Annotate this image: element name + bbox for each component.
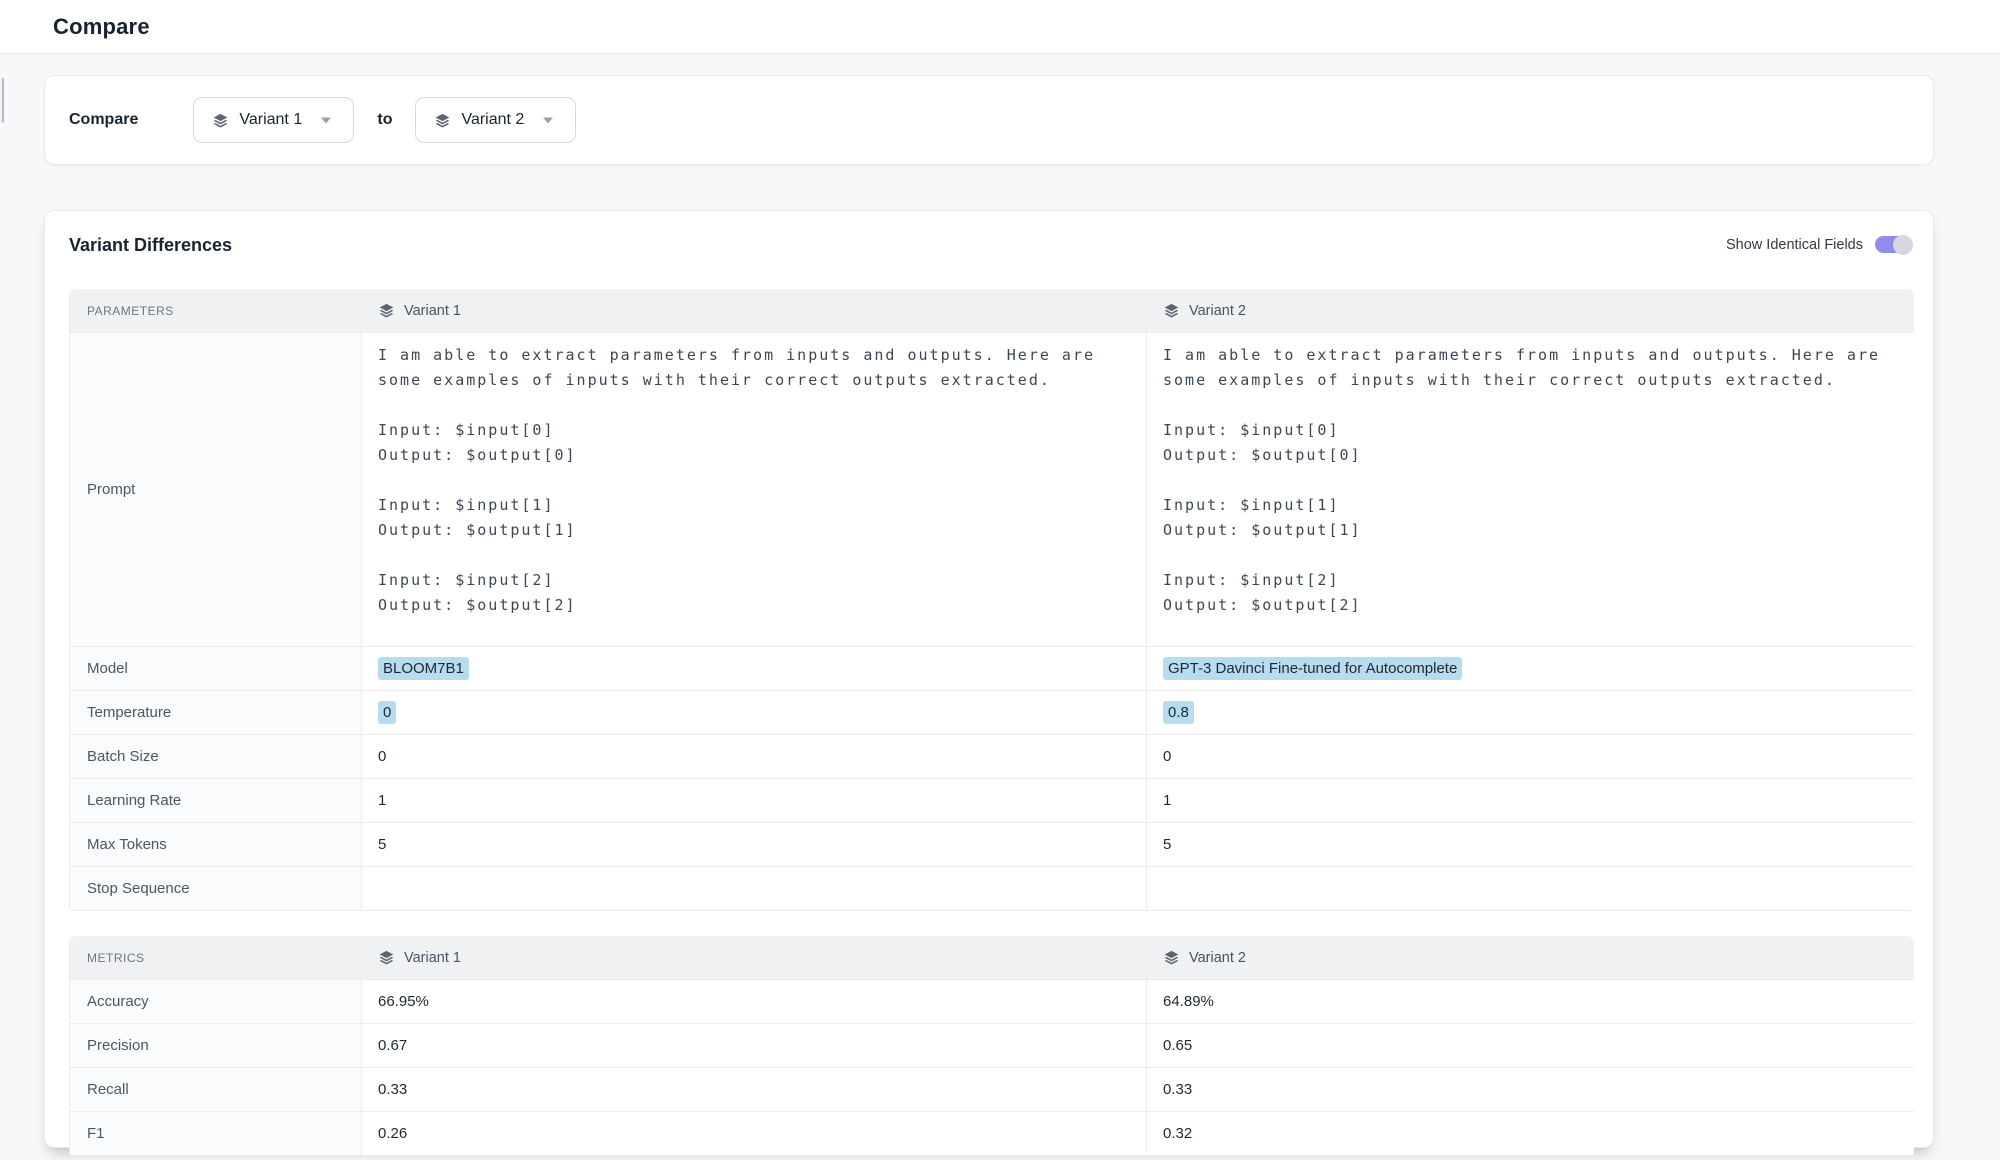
variant-2-column-header: Variant 2 bbox=[1189, 950, 1246, 966]
table-row-prompt: Prompt I am able to extract parameters f… bbox=[70, 333, 1914, 647]
model-value-variant-2: GPT-3 Davinci Fine-tuned for Autocomplet… bbox=[1163, 657, 1462, 680]
section-label: METRICS bbox=[87, 951, 145, 965]
batch-size-value-variant-2: 0 bbox=[1163, 748, 1171, 765]
accuracy-value-variant-1: 66.95% bbox=[378, 993, 429, 1010]
precision-value-variant-2: 0.65 bbox=[1163, 1037, 1192, 1054]
accuracy-value-variant-2: 64.89% bbox=[1163, 993, 1214, 1010]
temperature-value-variant-1: 0 bbox=[378, 701, 396, 724]
row-label: Stop Sequence bbox=[70, 867, 362, 910]
page-title: Compare bbox=[53, 14, 150, 40]
layers-icon bbox=[212, 112, 229, 129]
table-row-temperature: Temperature 0 0.8 bbox=[70, 691, 1914, 735]
compare-label: Compare bbox=[69, 111, 138, 129]
row-label: Model bbox=[70, 647, 362, 690]
top-bar: Compare bbox=[0, 0, 2000, 54]
row-label: Temperature bbox=[70, 691, 362, 734]
layers-icon bbox=[378, 302, 395, 319]
show-identical-fields-label: Show Identical Fields bbox=[1726, 237, 1863, 253]
panel-title: Variant Differences bbox=[69, 235, 232, 256]
row-label: Accuracy bbox=[70, 980, 362, 1023]
table-row-max-tokens: Max Tokens 5 5 bbox=[70, 823, 1914, 867]
table-row-accuracy: Accuracy 66.95% 64.89% bbox=[70, 980, 1914, 1024]
learning-rate-value-variant-2: 1 bbox=[1163, 792, 1171, 809]
table-header-row: METRICS Variant 1 Variant 2 bbox=[70, 936, 1914, 980]
variant-differences-card: Variant Differences Show Identical Field… bbox=[44, 210, 1934, 1148]
prompt-value-variant-1: I am able to extract parameters from inp… bbox=[362, 333, 1147, 646]
row-label: F1 bbox=[70, 1112, 362, 1155]
learning-rate-value-variant-1: 1 bbox=[378, 792, 386, 809]
compare-selector-card: Compare Variant 1 to Variant 2 bbox=[44, 75, 1934, 165]
variant-1-dropdown-label: Variant 1 bbox=[239, 111, 302, 129]
chevron-down-icon bbox=[320, 116, 332, 125]
table-row-learning-rate: Learning Rate 1 1 bbox=[70, 779, 1914, 823]
section-label: PARAMETERS bbox=[87, 304, 174, 318]
table-header-row: PARAMETERS Variant 1 Variant 2 bbox=[70, 289, 1914, 333]
model-value-variant-1: BLOOM7B1 bbox=[378, 657, 469, 680]
table-row-model: Model BLOOM7B1 GPT-3 Davinci Fine-tuned … bbox=[70, 647, 1914, 691]
variant-1-dropdown[interactable]: Variant 1 bbox=[193, 97, 354, 143]
row-label: Recall bbox=[70, 1068, 362, 1111]
temperature-value-variant-2: 0.8 bbox=[1163, 701, 1194, 724]
table-row-recall: Recall 0.33 0.33 bbox=[70, 1068, 1914, 1112]
row-label: Learning Rate bbox=[70, 779, 362, 822]
batch-size-value-variant-1: 0 bbox=[378, 748, 386, 765]
max-tokens-value-variant-1: 5 bbox=[378, 836, 386, 853]
parameters-table: PARAMETERS Variant 1 Variant 2 Prompt I … bbox=[69, 289, 1914, 911]
layers-icon bbox=[378, 949, 395, 966]
layers-icon bbox=[1163, 302, 1180, 319]
sidebar-handle[interactable] bbox=[0, 78, 4, 123]
chevron-down-icon bbox=[542, 116, 554, 125]
f1-value-variant-2: 0.32 bbox=[1163, 1125, 1192, 1142]
row-label: Batch Size bbox=[70, 735, 362, 778]
table-row-precision: Precision 0.67 0.65 bbox=[70, 1024, 1914, 1068]
metrics-table: METRICS Variant 1 Variant 2 Accuracy 66.… bbox=[69, 936, 1914, 1156]
toggle-knob bbox=[1893, 235, 1913, 255]
variant-1-column-header: Variant 1 bbox=[404, 303, 461, 319]
variant-1-column-header: Variant 1 bbox=[404, 950, 461, 966]
layers-icon bbox=[434, 112, 451, 129]
prompt-value-variant-2: I am able to extract parameters from inp… bbox=[1147, 333, 1914, 646]
variant-2-dropdown-label: Variant 2 bbox=[461, 111, 524, 129]
show-identical-fields-toggle[interactable] bbox=[1875, 236, 1911, 253]
recall-value-variant-2: 0.33 bbox=[1163, 1081, 1192, 1098]
table-row-stop-sequence: Stop Sequence bbox=[70, 867, 1914, 911]
max-tokens-value-variant-2: 5 bbox=[1163, 836, 1171, 853]
row-label: Prompt bbox=[70, 333, 362, 646]
table-row-batch-size: Batch Size 0 0 bbox=[70, 735, 1914, 779]
row-label: Max Tokens bbox=[70, 823, 362, 866]
row-label: Precision bbox=[70, 1024, 362, 1067]
variant-2-column-header: Variant 2 bbox=[1189, 303, 1246, 319]
precision-value-variant-1: 0.67 bbox=[378, 1037, 407, 1054]
f1-value-variant-1: 0.26 bbox=[378, 1125, 407, 1142]
to-label: to bbox=[377, 111, 392, 129]
table-row-f1: F1 0.26 0.32 bbox=[70, 1112, 1914, 1156]
variant-2-dropdown[interactable]: Variant 2 bbox=[415, 97, 576, 143]
recall-value-variant-1: 0.33 bbox=[378, 1081, 407, 1098]
layers-icon bbox=[1163, 949, 1180, 966]
